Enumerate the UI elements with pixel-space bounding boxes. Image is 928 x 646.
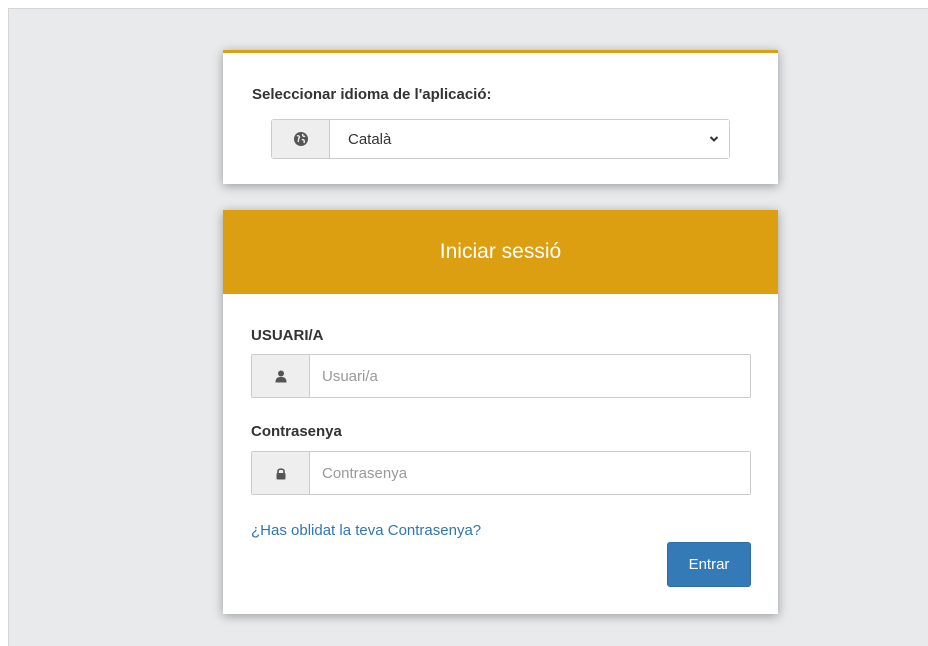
language-select[interactable]: Català (271, 119, 730, 159)
forgot-password-link[interactable]: ¿Has oblidat la teva Contrasenya? (251, 522, 481, 539)
globe-icon (272, 120, 330, 158)
language-select-box[interactable]: Català (330, 120, 729, 158)
login-header: Iniciar sessió (223, 210, 778, 294)
selected-language: Català (348, 130, 392, 148)
language-label: Seleccionar idioma de l'aplicació: (252, 86, 492, 103)
lock-icon (252, 452, 310, 494)
login-panel: Iniciar sessió USUARI/A Contrasenya ¿H (223, 210, 778, 614)
password-label: Contrasenya (251, 423, 342, 440)
page-background: Seleccionar idioma de l'aplicació: Catal… (8, 8, 928, 646)
chevron-down-icon (709, 136, 719, 142)
username-label: USUARI/A (251, 327, 324, 344)
password-input[interactable] (310, 452, 750, 494)
password-field-group (251, 451, 751, 495)
language-panel: Seleccionar idioma de l'aplicació: Catal… (223, 50, 778, 184)
login-title: Iniciar sessió (439, 240, 562, 263)
user-icon (252, 355, 310, 397)
username-field-group (251, 354, 751, 398)
username-input[interactable] (310, 355, 750, 397)
submit-button[interactable]: Entrar (667, 542, 751, 587)
